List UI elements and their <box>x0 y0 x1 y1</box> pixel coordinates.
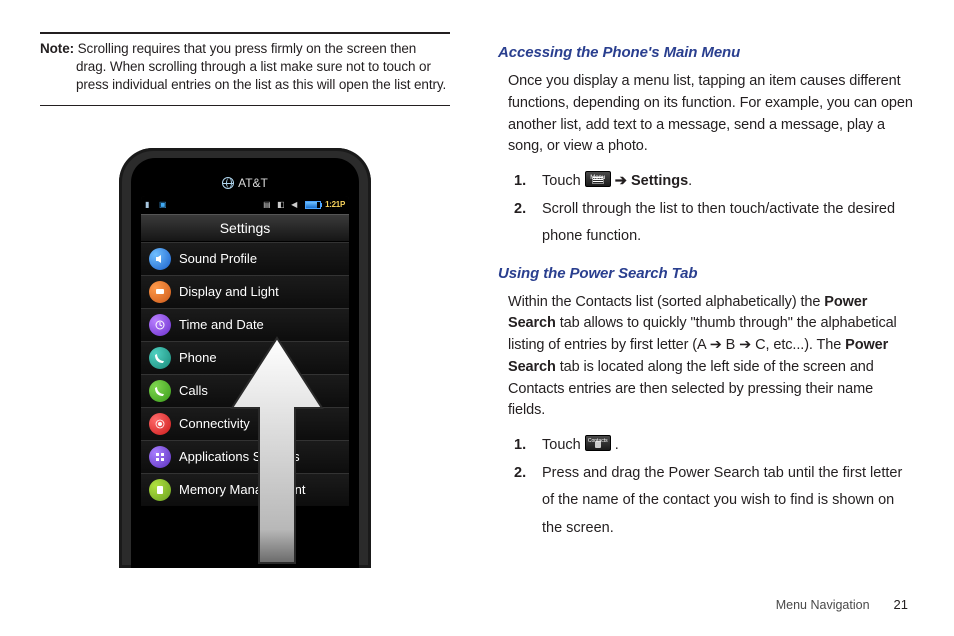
page-footer: Menu Navigation 21 <box>776 597 908 612</box>
menu-label: Memory Management <box>179 482 305 497</box>
menu-label: Calls <box>179 383 208 398</box>
screen-title: Settings <box>141 214 349 242</box>
status-icon-2: ◧ <box>277 200 287 210</box>
heading-power-search: Using the Power Search Tab <box>498 265 914 282</box>
note-text: Scrolling requires that you press firmly… <box>76 41 446 92</box>
menu-item-time-date[interactable]: Time and Date <box>141 308 349 341</box>
clock-icon <box>149 314 171 336</box>
display-icon <box>149 281 171 303</box>
carrier-bar: AT&T <box>141 170 349 196</box>
carrier-label: AT&T <box>238 176 268 190</box>
menu-label: Time and Date <box>179 317 264 332</box>
contacts-button-icon <box>585 435 611 451</box>
phone-device: AT&T ▮ ▣ ▤ ◧ ◀ 1:21P <box>119 148 371 568</box>
menu-item-calls[interactable]: Calls <box>141 374 349 407</box>
menu-item-applications[interactable]: Applications Settings <box>141 440 349 473</box>
menu-label: Connectivity <box>179 416 250 431</box>
phone-icon <box>149 347 171 369</box>
menu-label: Applications Settings <box>179 449 300 464</box>
menu-item-connectivity[interactable]: Connectivity <box>141 407 349 440</box>
menu-label: Display and Light <box>179 284 279 299</box>
menu-label: Phone <box>179 350 217 365</box>
signal-icon: ▮ <box>145 200 155 210</box>
menu-item-sound-profile[interactable]: Sound Profile <box>141 242 349 275</box>
calls-icon <box>149 380 171 402</box>
status-bar: ▮ ▣ ▤ ◧ ◀ 1:21P <box>141 196 349 214</box>
att-globe-icon <box>222 177 234 189</box>
sound-profile-icon <box>149 248 171 270</box>
step-1-search: Touch . <box>508 432 914 460</box>
footer-page-number: 21 <box>894 597 908 612</box>
menu-item-display[interactable]: Display and Light <box>141 275 349 308</box>
para-main-menu: Once you display a menu list, tapping an… <box>508 71 914 158</box>
para-power-search: Within the Contacts list (sorted alphabe… <box>508 292 914 423</box>
menu-item-memory[interactable]: Memory Management <box>141 473 349 506</box>
memory-icon <box>149 479 171 501</box>
footer-section: Menu Navigation <box>776 598 870 612</box>
step-1-main: Touch ➔ Settings. <box>508 168 914 196</box>
menu-item-phone[interactable]: Phone <box>141 341 349 374</box>
menu-list[interactable]: Sound Profile Display and Light <box>141 242 349 506</box>
heading-main-menu: Accessing the Phone's Main Menu <box>498 44 914 61</box>
status-icon-1: ▤ <box>263 200 273 210</box>
data-icon: ▣ <box>159 200 169 210</box>
status-icon-3: ◀ <box>291 200 301 210</box>
applications-icon <box>149 446 171 468</box>
connectivity-icon <box>149 413 171 435</box>
note-label: Note: <box>40 41 74 56</box>
menu-button-icon <box>585 171 611 187</box>
step-2-search: Press and drag the Power Search tab unti… <box>508 460 914 543</box>
note-block: Note: Scrolling requires that you press … <box>40 32 450 106</box>
step-2-main: Scroll through the list to then touch/ac… <box>508 196 914 251</box>
battery-icon <box>305 201 321 209</box>
menu-label: Sound Profile <box>179 251 257 266</box>
clock: 1:21P <box>325 200 345 209</box>
